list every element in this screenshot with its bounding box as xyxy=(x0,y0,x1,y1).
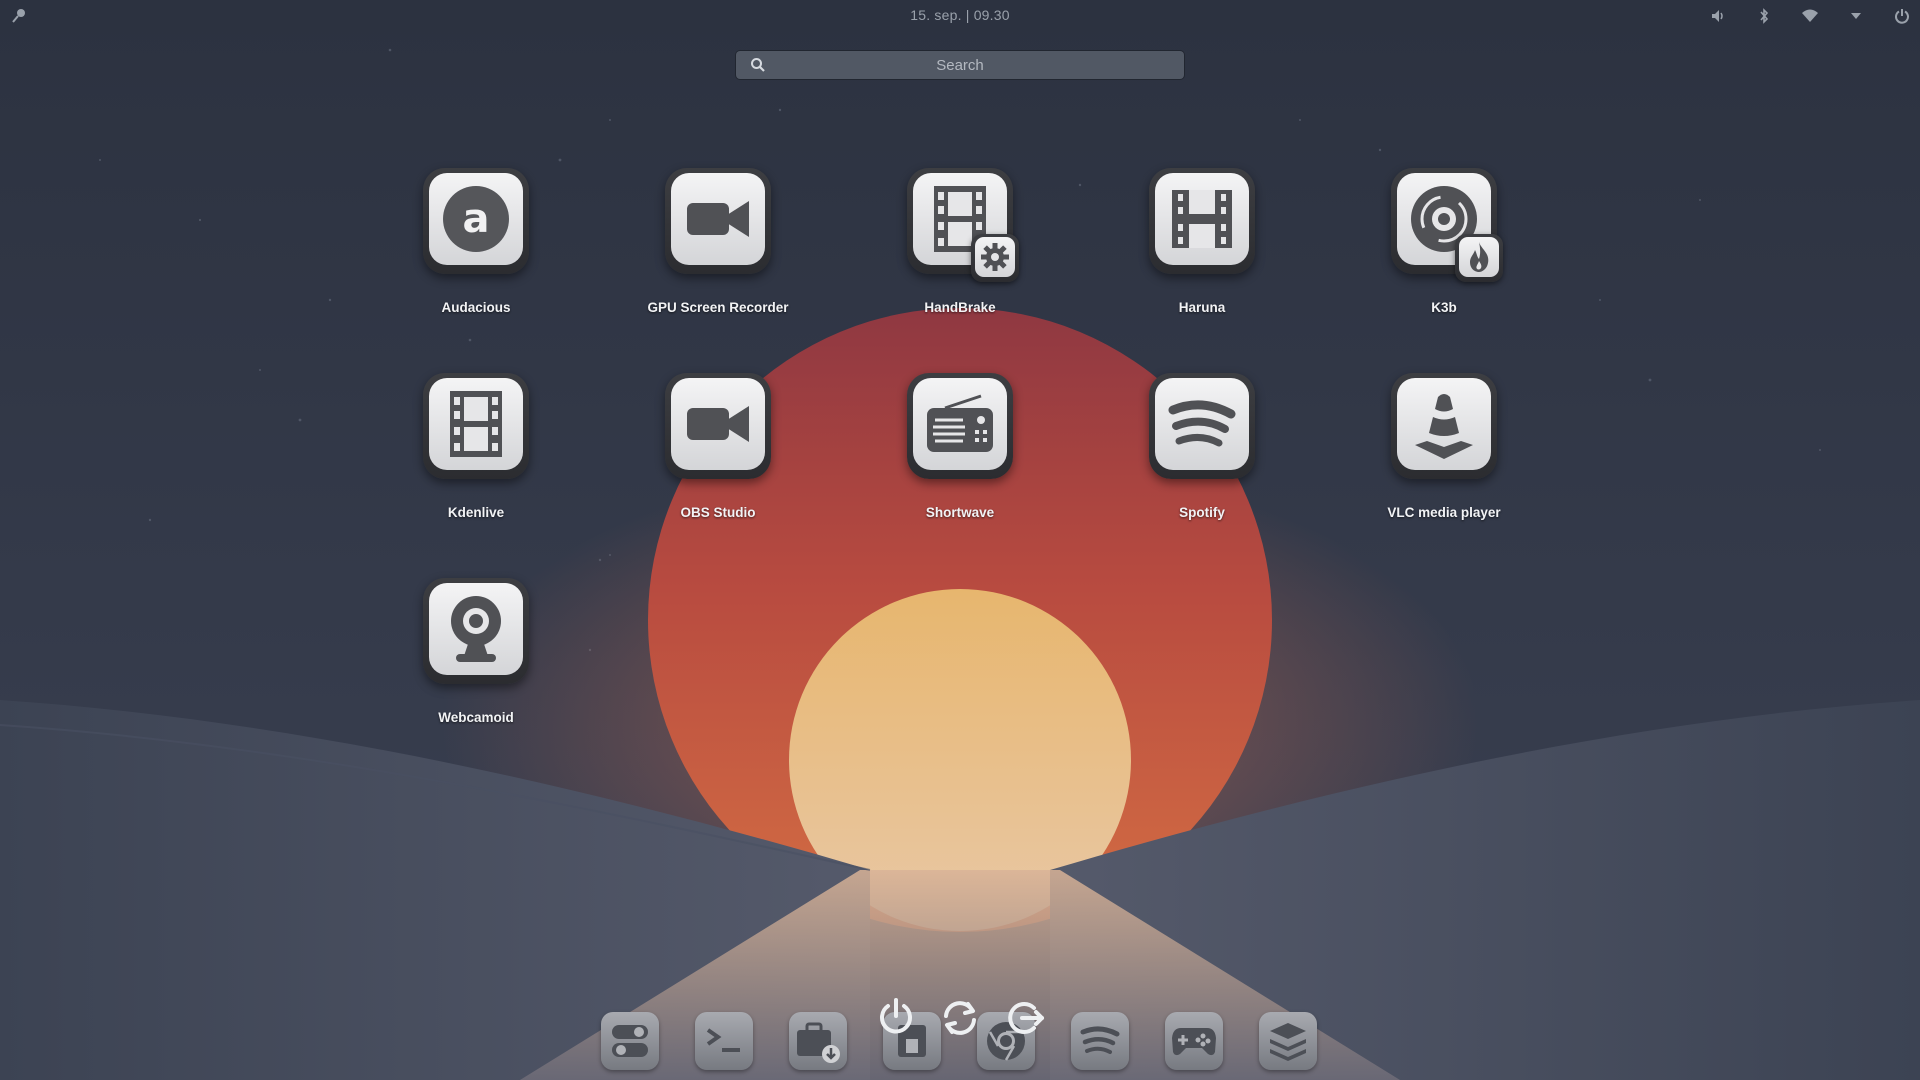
clock[interactable]: 15. sep. | 09.30 xyxy=(0,7,1920,23)
traffic-cone-icon xyxy=(1415,394,1473,459)
webcam-icon xyxy=(451,596,501,662)
terminal-icon xyxy=(706,1028,740,1052)
restart-button[interactable] xyxy=(938,996,982,1040)
app-audacious[interactable]: a Audacious xyxy=(376,168,576,315)
software-store-icon xyxy=(797,1022,840,1063)
app-shortwave[interactable]: Shortwave xyxy=(860,373,1060,520)
dock-item-games[interactable] xyxy=(1165,1012,1223,1070)
top-panel: 15. sep. | 09.30 xyxy=(0,0,1920,32)
app-vlc-media-player[interactable]: VLC media player xyxy=(1344,373,1544,520)
volume-icon[interactable] xyxy=(1708,6,1728,26)
app-k3b[interactable]: K3b xyxy=(1344,168,1544,315)
system-tray xyxy=(1682,6,1912,26)
dock-item-spotify[interactable] xyxy=(1071,1012,1129,1070)
logout-icon xyxy=(1008,1002,1044,1034)
dock-item-layers[interactable] xyxy=(1259,1012,1317,1070)
bluetooth-icon[interactable] xyxy=(1754,6,1774,26)
power-button[interactable] xyxy=(874,996,918,1040)
logout-button[interactable] xyxy=(1002,996,1046,1040)
radio-icon xyxy=(927,394,993,452)
wallpaper xyxy=(0,0,1920,1080)
app-handbrake[interactable]: HandBrake xyxy=(860,168,1060,315)
spotify-icon xyxy=(1168,400,1236,447)
app-spotify[interactable]: Spotify xyxy=(1102,373,1302,520)
search-bar[interactable] xyxy=(736,50,1184,80)
layers-icon xyxy=(1270,1023,1306,1061)
haruna-film-icon xyxy=(1172,190,1232,248)
dock-item-software-store[interactable] xyxy=(789,1012,847,1070)
app-gpu-screen-recorder[interactable]: GPU Screen Recorder xyxy=(618,168,818,315)
audacious-icon: a xyxy=(443,186,509,252)
video-camera-icon xyxy=(687,406,749,442)
app-kdenlive[interactable]: Kdenlive xyxy=(376,373,576,520)
video-camera-icon xyxy=(687,201,749,237)
search-input[interactable] xyxy=(736,50,1184,80)
gamepad-icon xyxy=(1172,1028,1216,1056)
flame-icon xyxy=(1470,242,1489,272)
wifi-icon[interactable] xyxy=(1800,6,1820,26)
search-icon xyxy=(750,57,766,73)
settings-toggle-icon xyxy=(612,1025,648,1057)
svg-text:a: a xyxy=(463,196,490,242)
power-icon[interactable] xyxy=(1892,6,1912,26)
app-haruna[interactable]: Haruna xyxy=(1102,168,1302,315)
spotify-icon xyxy=(1080,1026,1120,1054)
app-obs-studio[interactable]: OBS Studio xyxy=(618,373,818,520)
app-webcamoid[interactable]: Webcamoid xyxy=(376,578,576,725)
film-strip-icon xyxy=(450,391,502,457)
dock-item-terminal[interactable] xyxy=(695,1012,753,1070)
dropdown-arrow-icon[interactable] xyxy=(1846,6,1866,26)
power-icon xyxy=(880,998,912,1034)
gear-icon xyxy=(981,243,1009,271)
restart-icon xyxy=(944,1001,976,1035)
dock-item-settings[interactable] xyxy=(601,1012,659,1070)
